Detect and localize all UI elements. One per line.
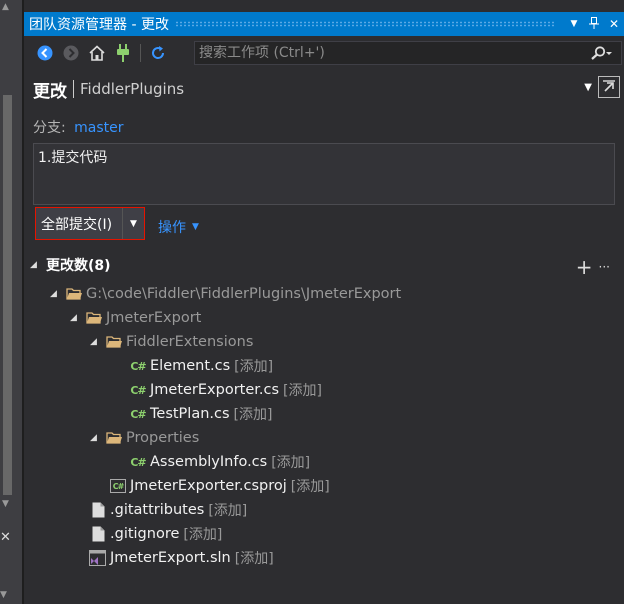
more-icon[interactable]: ··· <box>599 260 610 274</box>
scroll-up-icon[interactable]: ▲ <box>2 2 9 12</box>
scroll-down-icon[interactable]: ▼ <box>2 499 9 509</box>
window-title: 团队资源管理器 - 更改 <box>29 17 169 33</box>
page-title: 更改 <box>33 81 67 102</box>
search-input[interactable] <box>195 45 581 61</box>
commit-all-button[interactable]: 全部提交(I) <box>36 208 123 239</box>
tree-row[interactable]: C# AssemblyInfo.cs [添加] <box>128 450 310 474</box>
tree-row[interactable]: ◢ JmeterExport <box>70 306 201 330</box>
tree-item-label: TestPlan.cs <box>150 406 230 422</box>
tree-row[interactable]: C# Element.cs [添加] <box>128 354 273 378</box>
change-status: [添加] <box>283 383 322 399</box>
repository-name: FiddlerPlugins <box>80 80 185 98</box>
folder-icon <box>104 430 124 446</box>
tree-item-label: Properties <box>126 430 200 446</box>
search-box[interactable] <box>194 41 622 65</box>
expand-icon[interactable]: ◢ <box>90 433 104 443</box>
tree-row[interactable]: JmeterExport.sln [添加] <box>88 546 274 570</box>
file-icon <box>88 502 108 518</box>
csharp-file-icon: C# <box>130 455 146 469</box>
team-explorer-window: ▲ ▼ ✕ ▼ 团队资源管理器 - 更改 ▼ ✕ 搜索工作项 (Ctrl+') … <box>0 0 624 604</box>
tree-item-label: FiddlerExtensions <box>126 334 254 350</box>
tree-item-label: JmeterExport <box>106 310 202 326</box>
left-panel-edge: ▲ ▼ ✕ ▼ <box>0 0 22 604</box>
tree-item-label: .gitignore <box>110 526 180 542</box>
expand-icon[interactable]: ◢ <box>70 313 84 323</box>
close-icon[interactable]: ✕ <box>0 530 11 545</box>
tree-item-label: JmeterExporter.csproj <box>130 478 287 494</box>
tree-item-label: JmeterExporter.cs <box>150 382 280 398</box>
file-icon <box>88 526 108 542</box>
changes-count: 更改数(8) <box>46 258 111 274</box>
actions-menu[interactable]: 操作 ▼ <box>158 217 199 237</box>
search-icon[interactable] <box>581 46 621 60</box>
expand-icon[interactable]: ◢ <box>50 289 64 299</box>
page-header: 更改 FiddlerPlugins ▼ <box>24 74 624 104</box>
refresh-icon[interactable] <box>145 41 171 65</box>
changes-section-header[interactable]: ◢ 更改数(8) + ··· <box>30 255 620 279</box>
tree-row[interactable]: ◢ Properties <box>90 426 199 450</box>
tree-row[interactable]: .gitignore [添加] <box>88 522 222 546</box>
solution-file-icon <box>88 550 108 566</box>
pin-icon[interactable] <box>584 16 604 32</box>
change-status: [添加] <box>290 479 330 495</box>
tree-item-label: AssemblyInfo.cs <box>150 454 268 470</box>
csharp-file-icon: C# <box>130 383 146 397</box>
window-close-icon[interactable]: ✕ <box>604 17 624 31</box>
section-actions: + ··· <box>576 255 610 279</box>
scroll-down-icon-2[interactable]: ▼ <box>0 590 7 600</box>
forward-icon[interactable] <box>58 41 84 65</box>
change-status: [添加] <box>233 407 273 423</box>
branch-link[interactable]: master <box>74 120 123 136</box>
expand-icon[interactable]: ◢ <box>90 337 104 347</box>
header-divider <box>73 80 74 98</box>
add-icon[interactable]: + <box>576 255 593 279</box>
actions-label: 操作 <box>158 220 186 236</box>
left-scrollbar-thumb[interactable] <box>3 95 12 495</box>
toolbar-separator <box>140 44 141 62</box>
csproj-file-icon: C# <box>108 478 128 494</box>
page-dropdown-icon[interactable]: ▼ <box>584 82 592 93</box>
change-status: [添加] <box>271 455 311 471</box>
tree-row[interactable]: C# JmeterExporter.csproj [添加] <box>108 474 330 498</box>
change-status: [添加] <box>234 551 274 567</box>
csharp-file-icon: C# <box>130 407 146 421</box>
csharp-file-icon: C# <box>130 359 146 373</box>
tree-row[interactable]: ◢ G:\code\Fiddler\FiddlerPlugins\JmeterE… <box>50 282 401 306</box>
branch-label: 分支: <box>33 120 66 136</box>
tree-item-label: .gitattributes <box>110 502 205 518</box>
back-icon[interactable] <box>32 41 58 65</box>
commit-message-input[interactable]: 1.提交代码 <box>33 143 615 205</box>
change-status: [添加] <box>183 527 223 543</box>
tree-item-label: Element.cs <box>150 358 231 374</box>
undock-icon[interactable] <box>598 76 620 98</box>
header-actions: ▼ <box>584 76 620 98</box>
commit-split-button: 全部提交(I) ▼ <box>35 207 145 240</box>
tree-row[interactable]: ◢ FiddlerExtensions <box>90 330 253 354</box>
tree-row[interactable]: .gitattributes [添加] <box>88 498 247 522</box>
title-grip <box>174 21 556 27</box>
tree-row[interactable]: C# JmeterExporter.cs [添加] <box>128 378 322 402</box>
branch-info: 分支: master <box>33 117 124 137</box>
chevron-down-icon: ▼ <box>192 222 199 232</box>
commit-dropdown-icon[interactable]: ▼ <box>123 208 144 239</box>
change-status: [添加] <box>234 359 274 375</box>
folder-icon <box>84 310 104 326</box>
toolbar <box>24 38 624 68</box>
collapse-icon[interactable]: ◢ <box>30 260 46 270</box>
plug-icon[interactable] <box>110 41 136 65</box>
window-title-bar[interactable]: 团队资源管理器 - 更改 ▼ ✕ <box>24 12 624 36</box>
change-status: [添加] <box>208 503 248 519</box>
folder-icon <box>104 334 124 350</box>
folder-icon <box>64 286 84 302</box>
tree-row[interactable]: C# TestPlan.cs [添加] <box>128 402 272 426</box>
home-icon[interactable] <box>84 41 110 65</box>
tree-item-label: JmeterExport.sln <box>110 550 231 566</box>
tree-item-label: G:\code\Fiddler\FiddlerPlugins\JmeterExp… <box>86 286 402 302</box>
window-dropdown-icon[interactable]: ▼ <box>564 19 584 29</box>
